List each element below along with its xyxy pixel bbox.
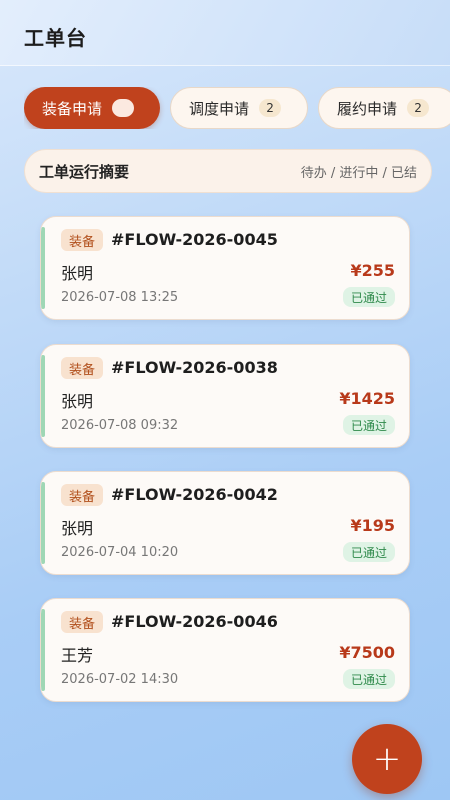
tab-equipment-request[interactable]: 装备申请 [24, 87, 160, 129]
order-applicant: 张明 [61, 264, 94, 283]
tab-label: 调度申请 [189, 99, 250, 118]
summary-title: 工单运行摘要 [39, 162, 130, 181]
order-card[interactable]: 装备 #FLOW-2026-0045 张明 ¥255 2026-07-08 13… [40, 216, 410, 320]
app-header: 工单台 [0, 0, 450, 66]
tab-label: 装备申请 [42, 99, 103, 118]
order-card[interactable]: 装备 #FLOW-2026-0046 王芳 ¥7500 2026-07-02 1… [40, 598, 410, 702]
order-id: #FLOW-2026-0046 [111, 612, 278, 631]
page-title: 工单台 [24, 26, 87, 50]
tab-fulfillment-request[interactable]: 履约申请 2 [318, 87, 450, 129]
order-type-badge: 装备 [61, 229, 104, 251]
tab-label: 履约申请 [337, 99, 398, 118]
plus-icon: + [372, 739, 402, 779]
order-amount: ¥255 [350, 261, 395, 280]
order-id: #FLOW-2026-0038 [111, 358, 278, 377]
card-accent-bar [41, 609, 45, 691]
order-status-badge: 已通过 [342, 287, 395, 307]
order-applicant: 张明 [61, 519, 94, 538]
order-datetime: 2026-07-08 09:32 [61, 418, 179, 433]
card-accent-bar [41, 355, 45, 437]
order-amount: ¥1425 [339, 389, 395, 408]
order-applicant: 王芳 [61, 646, 94, 665]
order-status-badge: 已通过 [342, 415, 395, 435]
card-accent-bar [41, 227, 45, 309]
order-status-badge: 已通过 [342, 542, 395, 562]
order-card[interactable]: 装备 #FLOW-2026-0042 张明 ¥195 2026-07-04 10… [40, 471, 410, 575]
order-amount: ¥7500 [339, 643, 395, 662]
order-card[interactable]: 装备 #FLOW-2026-0038 张明 ¥1425 2026-07-08 0… [40, 344, 410, 448]
order-datetime: 2026-07-04 10:20 [61, 545, 179, 560]
add-order-button[interactable]: + [352, 724, 422, 794]
work-order-summary-bar[interactable]: 工单运行摘要 待办 / 进行中 / 已结 [24, 149, 432, 193]
tab-dispatch-request[interactable]: 调度申请 2 [170, 87, 308, 129]
order-datetime: 2026-07-08 13:25 [61, 290, 179, 305]
tab-count-badge: 2 [407, 99, 430, 117]
tab-count-badge: 2 [259, 99, 282, 117]
order-id: #FLOW-2026-0045 [111, 230, 278, 249]
order-type-badge: 装备 [61, 611, 104, 633]
order-datetime: 2026-07-02 14:30 [61, 672, 179, 687]
order-type-badge: 装备 [61, 484, 104, 506]
order-status-badge: 已通过 [342, 669, 395, 689]
tab-bar: 装备申请 调度申请 2 履约申请 2 [24, 87, 450, 129]
order-id: #FLOW-2026-0042 [111, 485, 278, 504]
summary-status-filter: 待办 / 进行中 / 已结 [300, 165, 417, 181]
tab-count-badge [112, 99, 135, 117]
order-amount: ¥195 [350, 516, 395, 535]
order-applicant: 张明 [61, 392, 94, 411]
card-accent-bar [41, 482, 45, 564]
order-type-badge: 装备 [61, 357, 104, 379]
